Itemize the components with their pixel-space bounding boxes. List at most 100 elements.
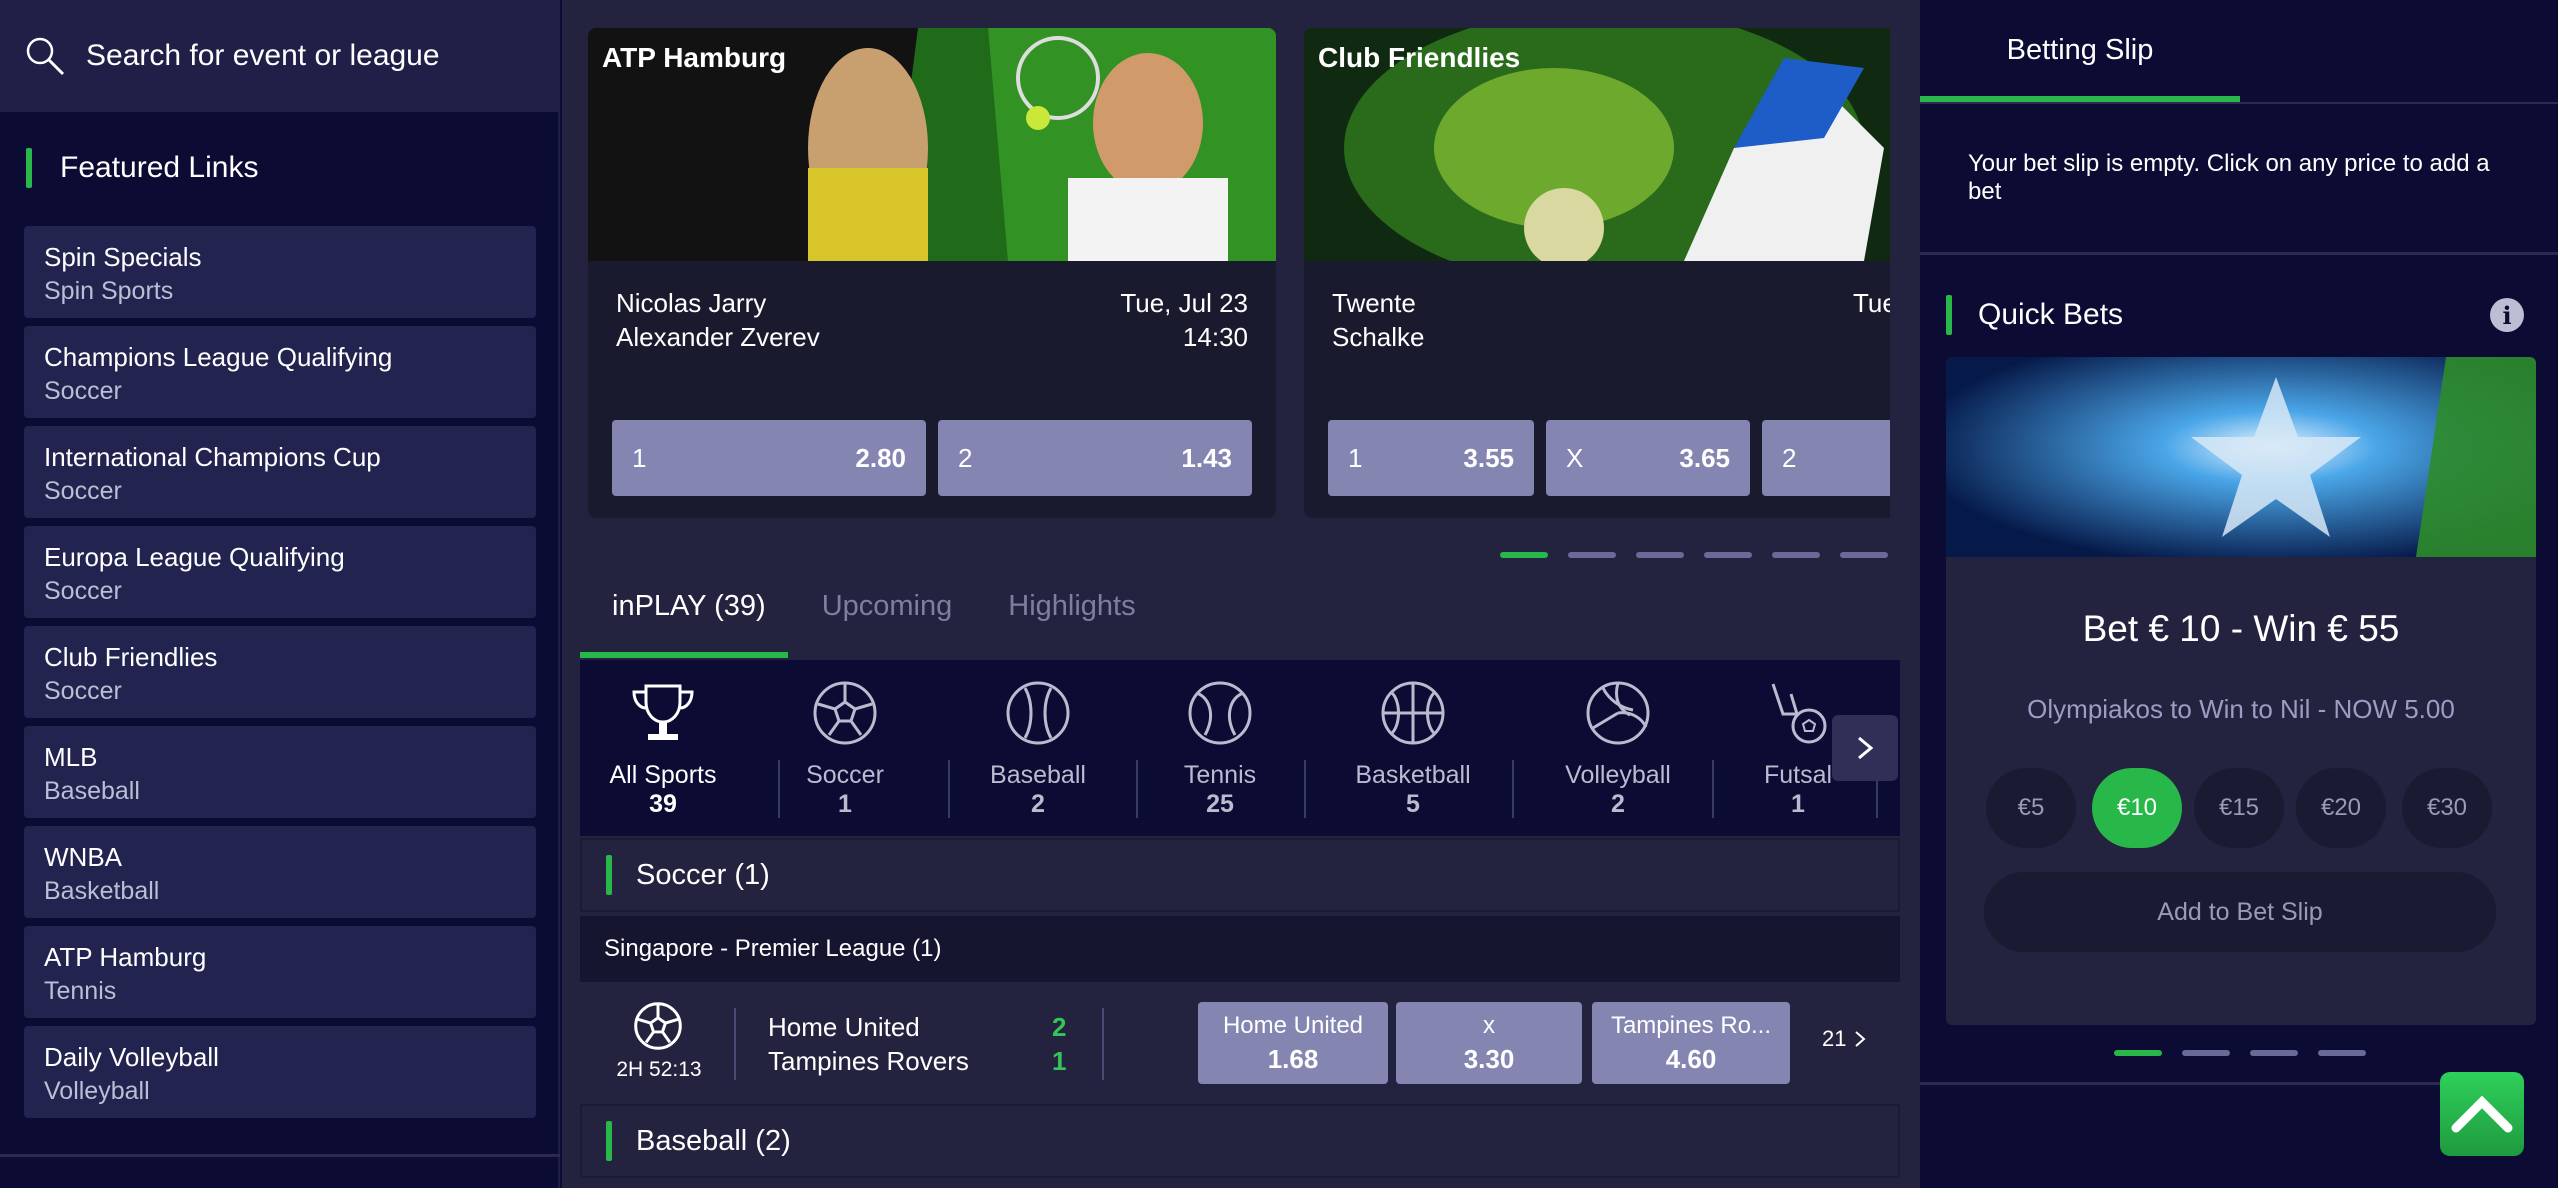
futsal-icon [1771, 683, 1827, 744]
featured-link-name: WNBA [44, 842, 122, 872]
chevron-up-icon [2451, 1095, 2513, 1133]
featured-link[interactable]: Daily Volleyball Volleyball [24, 1026, 536, 1118]
carousel-dot[interactable] [1636, 552, 1684, 558]
featured-link[interactable]: ATP Hamburg Tennis [24, 926, 536, 1018]
league-header[interactable]: Singapore - Premier League (1) [580, 916, 1900, 982]
sidebar-divider [0, 1154, 560, 1157]
tab-upcoming[interactable]: Upcoming [822, 590, 953, 660]
sport-label: All Sports [609, 761, 717, 789]
carousel-dot[interactable] [1840, 552, 1888, 558]
odds-button[interactable]: Tampines Ro... 4.60 [1592, 1002, 1790, 1084]
sports-scroll-next-button[interactable] [1832, 715, 1898, 781]
odds-button[interactable]: 1 2.80 [612, 420, 926, 496]
sports-filter-strip: All Sports 39 Soccer 1 Baseball 2 Tennis… [580, 660, 1900, 836]
scroll-to-top-button[interactable] [2440, 1072, 2524, 1156]
odds-button[interactable]: Home United 1.68 [1198, 1002, 1388, 1084]
divider [1136, 760, 1138, 818]
odds-button[interactable]: X 3.65 [1546, 420, 1750, 496]
sport-filter-volleyball[interactable]: Volleyball 2 [1558, 678, 1678, 819]
search-icon [26, 37, 65, 76]
quick-bets-title: Quick Bets [1978, 298, 2124, 331]
featured-link[interactable]: International Champions Cup Soccer [24, 426, 536, 518]
carousel-dot[interactable] [1568, 552, 1616, 558]
featured-link[interactable]: Spin Specials Spin Sports [24, 226, 536, 318]
sport-section-header-soccer[interactable]: Soccer (1) [580, 838, 1900, 912]
odds-label: 2 [1782, 442, 1797, 473]
carousel-dot[interactable] [2250, 1050, 2298, 1056]
featured-links-header: Featured Links [26, 148, 258, 188]
odds-value: 1.43 [1181, 442, 1232, 473]
featured-link[interactable]: WNBA Basketball [24, 826, 536, 918]
odds-button[interactable]: 1 3.55 [1328, 420, 1534, 496]
more-markets-count: 21 [1822, 1026, 1847, 1051]
featured-link[interactable]: Europa League Qualifying Soccer [24, 526, 536, 618]
sport-filter-baseball[interactable]: Baseball 2 [988, 678, 1088, 819]
sport-section-header-baseball[interactable]: Baseball (2) [580, 1104, 1900, 1178]
carousel-dot[interactable] [2318, 1050, 2366, 1056]
sport-count: 25 [1206, 790, 1234, 818]
sport-filter-basketball[interactable]: Basketball 5 [1348, 678, 1478, 819]
sport-label: Soccer [806, 761, 884, 789]
featured-link[interactable]: Champions League Qualifying Soccer [24, 326, 536, 418]
sport-label: Basketball [1355, 761, 1471, 789]
away-score: 1 [1052, 1046, 1067, 1076]
stake-option[interactable]: €30 [2402, 768, 2492, 848]
divider [1712, 760, 1714, 818]
divider [778, 760, 780, 818]
carousel-dot[interactable] [2114, 1050, 2162, 1056]
tab-highlights[interactable]: Highlights [1008, 590, 1135, 660]
away-team: Tampines Rovers [768, 1046, 969, 1076]
divider [1920, 102, 2558, 104]
featured-event-card[interactable]: Club Friendlies Twente Schalke Tue, 13.5… [1304, 28, 1890, 518]
match-row[interactable]: 2H 52:13 Home United Tampines Rovers 2 1… [580, 986, 1900, 1098]
featured-link-sport: Spin Sports [44, 277, 174, 305]
stake-option-selected[interactable]: €10 [2092, 768, 2182, 848]
featured-link-name: Club Friendlies [44, 642, 218, 672]
accent-bar [606, 855, 612, 895]
featured-link-name: MLB [44, 742, 98, 772]
featured-link-name: Spin Specials [44, 242, 202, 272]
featured-link[interactable]: MLB Baseball [24, 726, 536, 818]
team-name: Alexander Zverev [616, 322, 820, 352]
info-icon[interactable]: i [2490, 298, 2524, 332]
odds-label: Tampines Ro... [1610, 1012, 1772, 1039]
divider [734, 1008, 736, 1080]
tab-betting-slip[interactable]: Betting Slip [1920, 0, 2240, 100]
more-markets-link[interactable]: 21 [1822, 1026, 1867, 1052]
add-to-bet-slip-button[interactable]: Add to Bet Slip [1984, 872, 2496, 952]
odds-button[interactable]: 2 [1762, 420, 1890, 496]
featured-link-sport: Tennis [44, 977, 117, 1005]
sport-count: 2 [1031, 790, 1045, 818]
sport-filter-tennis[interactable]: Tennis 25 [1170, 678, 1270, 819]
featured-event-card[interactable]: ATP Hamburg Nicolas Jarry Alexander Zver… [588, 28, 1276, 518]
sport-filter-futsal[interactable]: Futsal 1 [1758, 678, 1838, 819]
odds-label: 1 [632, 442, 647, 473]
divider [1304, 760, 1306, 818]
stake-option[interactable]: €15 [2194, 768, 2284, 848]
carousel-dot[interactable] [1704, 552, 1752, 558]
odds-button[interactable]: 2 1.43 [938, 420, 1252, 496]
featured-link[interactable]: Club Friendlies Soccer [24, 626, 536, 718]
carousel-dot[interactable] [2182, 1050, 2230, 1056]
sport-count: 2 [1611, 790, 1625, 818]
featured-link-sport: Baseball [44, 777, 140, 805]
event-tabs: inPLAY (39) Upcoming Highlights [580, 590, 1192, 660]
carousel-dot[interactable] [1500, 552, 1548, 558]
featured-link-name: Champions League Qualifying [44, 342, 393, 372]
search-bar[interactable]: Search for event or league [0, 0, 560, 112]
sport-filter-all[interactable]: All Sports 39 [608, 678, 718, 819]
odds-button[interactable]: x 3.30 [1396, 1002, 1582, 1084]
stake-option[interactable]: €20 [2296, 768, 2386, 848]
sport-filter-soccer[interactable]: Soccer 1 [800, 678, 890, 819]
trophy-icon [632, 684, 694, 740]
carousel-dot[interactable] [1772, 552, 1820, 558]
tab-inplay[interactable]: inPLAY (39) [612, 590, 766, 660]
stake-option[interactable]: €5 [1986, 768, 2076, 848]
featured-link-sport: Soccer [44, 377, 122, 405]
event-date: Tue, [1852, 288, 1890, 318]
sport-count: 1 [1791, 790, 1805, 818]
team-name: Schalke [1332, 322, 1425, 352]
card-title: ATP Hamburg [602, 42, 787, 73]
volleyball-icon [1586, 681, 1650, 745]
sport-label: Baseball [990, 761, 1086, 789]
